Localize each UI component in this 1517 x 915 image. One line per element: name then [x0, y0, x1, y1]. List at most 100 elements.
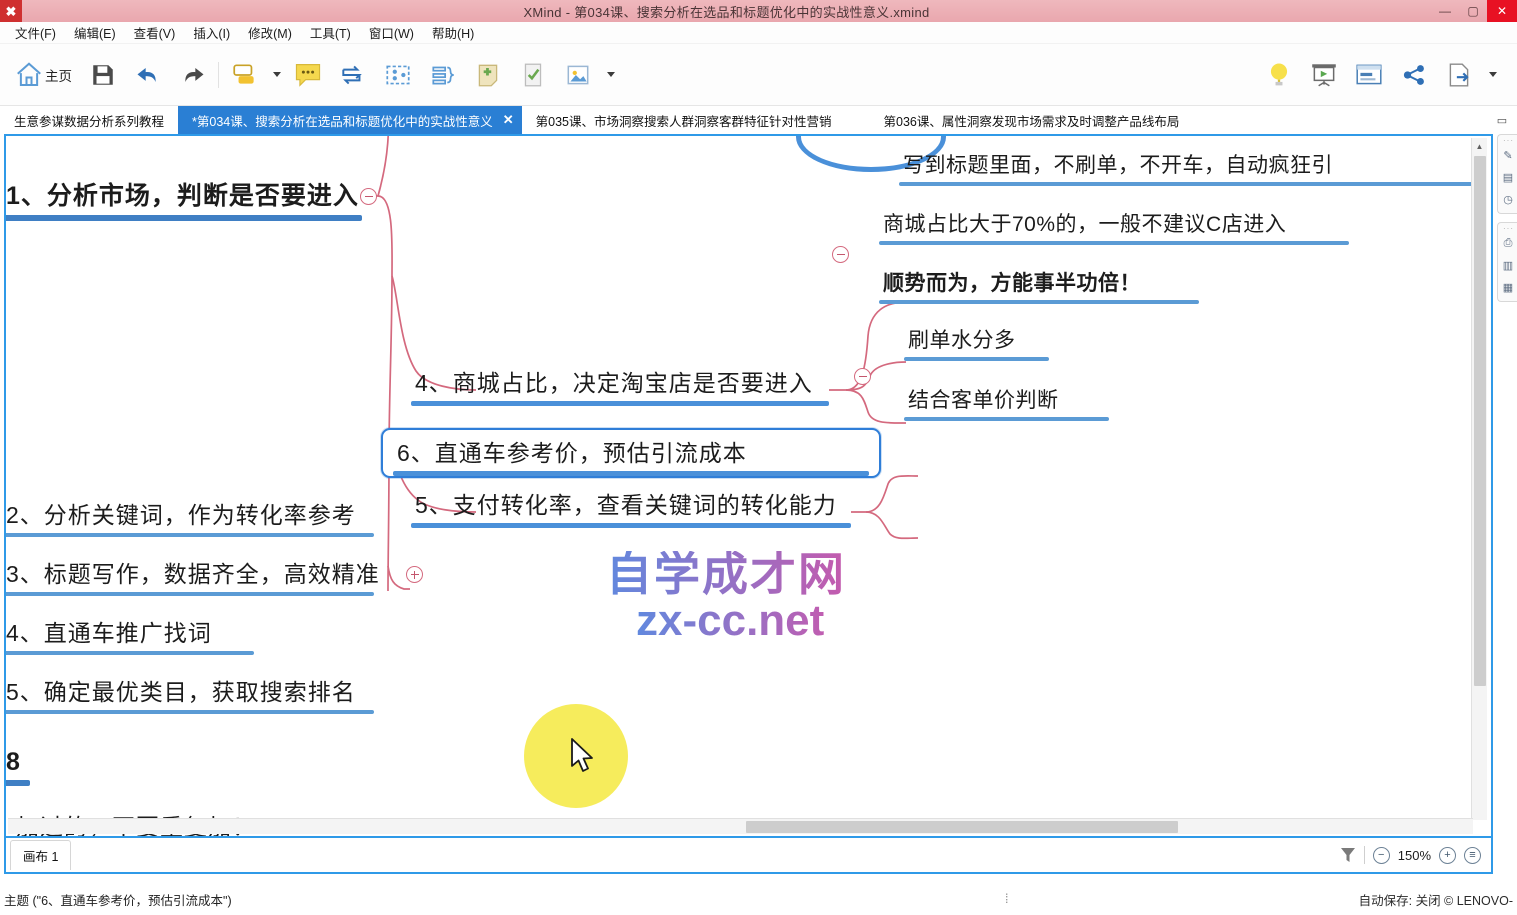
comment-icon[interactable]: [285, 52, 330, 98]
redo-icon[interactable]: [170, 52, 215, 98]
collapse-toggle-node-5[interactable]: [854, 368, 871, 385]
mindmap-node-r2[interactable]: 商城占比大于70%的，一般不建议C店进入: [879, 208, 1349, 245]
node-underline: [6, 592, 374, 596]
export-dropdown-caret[interactable]: [1481, 52, 1503, 98]
node-text: 5、确定最优类目，获取搜索排名: [6, 679, 356, 705]
mindmap-node-r3[interactable]: 顺势而为，方能事半功倍！: [879, 267, 1199, 304]
mindmap-canvas[interactable]: 1、分析市场，判断是否要进入 2、分析关键词，作为转化率参考 3、标题写作，数据…: [6, 136, 1491, 836]
mindmap-node-r4[interactable]: 刷单水分多: [904, 324, 1049, 361]
menu-modify[interactable]: 修改(M): [239, 21, 301, 44]
tab-label: 第036课、属性洞察发现市场需求及时调整产品线布局: [883, 114, 1180, 129]
mindmap-node-5[interactable]: 5、支付转化率，查看关键词的转化能力: [411, 486, 851, 528]
tab-3[interactable]: 第036课、属性洞察发现市场需求及时调整产品线布局: [869, 106, 1194, 134]
tab-close-icon[interactable]: ✕: [503, 112, 514, 128]
zoom-out-button[interactable]: −: [1372, 846, 1390, 864]
share-icon[interactable]: [1391, 52, 1436, 98]
node-text: 6、直通车参考价，预估引流成本: [397, 440, 747, 466]
brainstorm-bulb-icon[interactable]: [1256, 52, 1301, 98]
node-underline: [6, 710, 374, 714]
zoom-in-button[interactable]: +: [1439, 846, 1456, 864]
mindmap-node-5-left[interactable]: 5、确定最优类目，获取搜索排名: [6, 673, 374, 714]
export-icon[interactable]: [1436, 52, 1481, 98]
close-button[interactable]: ✕: [1487, 0, 1517, 22]
node-underline: [393, 471, 869, 476]
node-text: 商城占比大于70%的，一般不建议C店进入: [883, 213, 1287, 236]
topic-icon[interactable]: [222, 52, 267, 98]
expand-toggle-node-3[interactable]: [406, 566, 423, 583]
image-icon[interactable]: [555, 52, 600, 98]
style-icon[interactable]: ✎: [1498, 144, 1517, 166]
vertical-scrollbar[interactable]: ▲: [1471, 138, 1487, 820]
window-title: XMind - 第034课、搜索分析在选品和标题优化中的实战性意义.xmind: [523, 4, 930, 20]
mindmap-node-8[interactable]: 8: [6, 748, 30, 786]
node-text: 结合客单价判断: [908, 389, 1059, 412]
mindmap-node-6-selected[interactable]: 6、直通车参考价，预估引流成本: [381, 428, 881, 478]
tab-0[interactable]: 生意参谋数据分析系列教程: [0, 106, 179, 134]
mindmap-node-3[interactable]: 3、标题写作，数据齐全，高效精准: [6, 555, 380, 596]
sheet-tab-canvas-1[interactable]: 画布 1: [10, 840, 72, 870]
menu-window[interactable]: 窗口(W): [360, 21, 423, 44]
horizontal-scroll-thumb[interactable]: [746, 821, 1178, 833]
restore-icon[interactable]: ▭: [1487, 106, 1517, 134]
tab-label: *第034课、搜索分析在选品和标题优化中的实战性意义: [192, 114, 493, 129]
home-icon[interactable]: [6, 52, 51, 98]
image-dropdown-caret[interactable]: [600, 52, 620, 98]
collapse-toggle-node-4[interactable]: [832, 246, 849, 263]
separator: [1363, 846, 1365, 864]
status-autosave-text: 自动保存: 关闭 © LENOVO-: [1358, 893, 1513, 908]
layout-icon[interactable]: ▥: [1498, 254, 1517, 276]
menu-file[interactable]: 文件(F): [6, 21, 65, 44]
sheet-tab-label: 画布 1: [23, 850, 59, 864]
maximize-button[interactable]: ▢: [1459, 0, 1487, 22]
tab-1-active[interactable]: *第034课、搜索分析在选品和标题优化中的实战性意义 ✕: [178, 106, 522, 134]
boundary-icon[interactable]: [375, 52, 420, 98]
checklist-icon[interactable]: [510, 52, 555, 98]
node-text: 3、标题写作，数据齐全，高效精准: [6, 561, 380, 587]
horizontal-scrollbar[interactable]: [8, 818, 1473, 834]
toolbar: 主页: [0, 44, 1517, 106]
mindmap-node-4[interactable]: 4、商城占比，决定淘宝店是否要进入: [411, 364, 829, 406]
mindmap-node-4-left[interactable]: 4、直通车推广找词: [6, 614, 254, 655]
tab-label: 生意参谋数据分析系列教程: [14, 114, 165, 129]
menu-insert[interactable]: 插入(I): [184, 21, 239, 44]
minimize-button[interactable]: —: [1431, 0, 1459, 22]
note-icon[interactable]: [465, 52, 510, 98]
funnel-icon[interactable]: [1340, 846, 1356, 864]
node-text: 4、商城占比，决定淘宝店是否要进入: [415, 370, 813, 396]
vertical-scroll-thumb[interactable]: [1474, 156, 1486, 686]
clock-icon[interactable]: ◷: [1498, 188, 1517, 210]
printer-icon[interactable]: ⎙: [1498, 232, 1517, 254]
node-text: 顺势而为，方能事半功倍！: [883, 272, 1141, 295]
node-underline: [6, 215, 362, 221]
menu-edit[interactable]: 编辑(E): [65, 21, 125, 44]
scroll-up-arrow[interactable]: ▲: [1472, 138, 1487, 154]
menu-tools[interactable]: 工具(T): [301, 21, 360, 44]
save-icon[interactable]: [80, 52, 125, 98]
gallery-icon[interactable]: ▦: [1498, 276, 1517, 298]
node-text: 4、直通车推广找词: [6, 620, 212, 646]
undo-icon[interactable]: [125, 52, 170, 98]
node-underline: [411, 523, 851, 528]
status-selection-text: 主题 ("6、直通车参考价，预估引流成本"): [4, 893, 232, 908]
collapse-toggle-node-1[interactable]: [360, 188, 377, 205]
menu-view[interactable]: 查看(V): [125, 21, 185, 44]
menu-help[interactable]: 帮助(H): [423, 21, 483, 44]
xmind-logo-icon: ✖: [0, 0, 22, 22]
zoom-menu-button[interactable]: ≡: [1464, 846, 1481, 864]
mindmap-node-r1[interactable]: 写到标题里面，不刷单，不开车，自动疯狂引: [899, 149, 1479, 186]
summary-icon[interactable]: [420, 52, 465, 98]
watermark: 自学成才网 zx-cc.net: [606, 551, 846, 643]
node-underline: [879, 300, 1199, 304]
mindmap-node-r5[interactable]: 结合客单价判断: [904, 384, 1109, 421]
node-underline: [6, 533, 374, 537]
zoom-controls: − 150% + ≡: [1372, 846, 1481, 864]
swatch-icon[interactable]: ▤: [1498, 166, 1517, 188]
tab-2[interactable]: 第035课、市场洞察搜索人群洞察客群特征针对性营销: [521, 106, 846, 134]
presentation-icon[interactable]: [1301, 52, 1346, 98]
topic-dropdown-caret[interactable]: [267, 52, 285, 98]
mindmap-node-1[interactable]: 1、分析市场，判断是否要进入: [6, 176, 362, 221]
relationship-icon[interactable]: [330, 52, 375, 98]
outline-view-icon[interactable]: [1346, 52, 1391, 98]
mindmap-node-2[interactable]: 2、分析关键词，作为转化率参考: [6, 496, 374, 537]
node-underline: [904, 417, 1109, 421]
